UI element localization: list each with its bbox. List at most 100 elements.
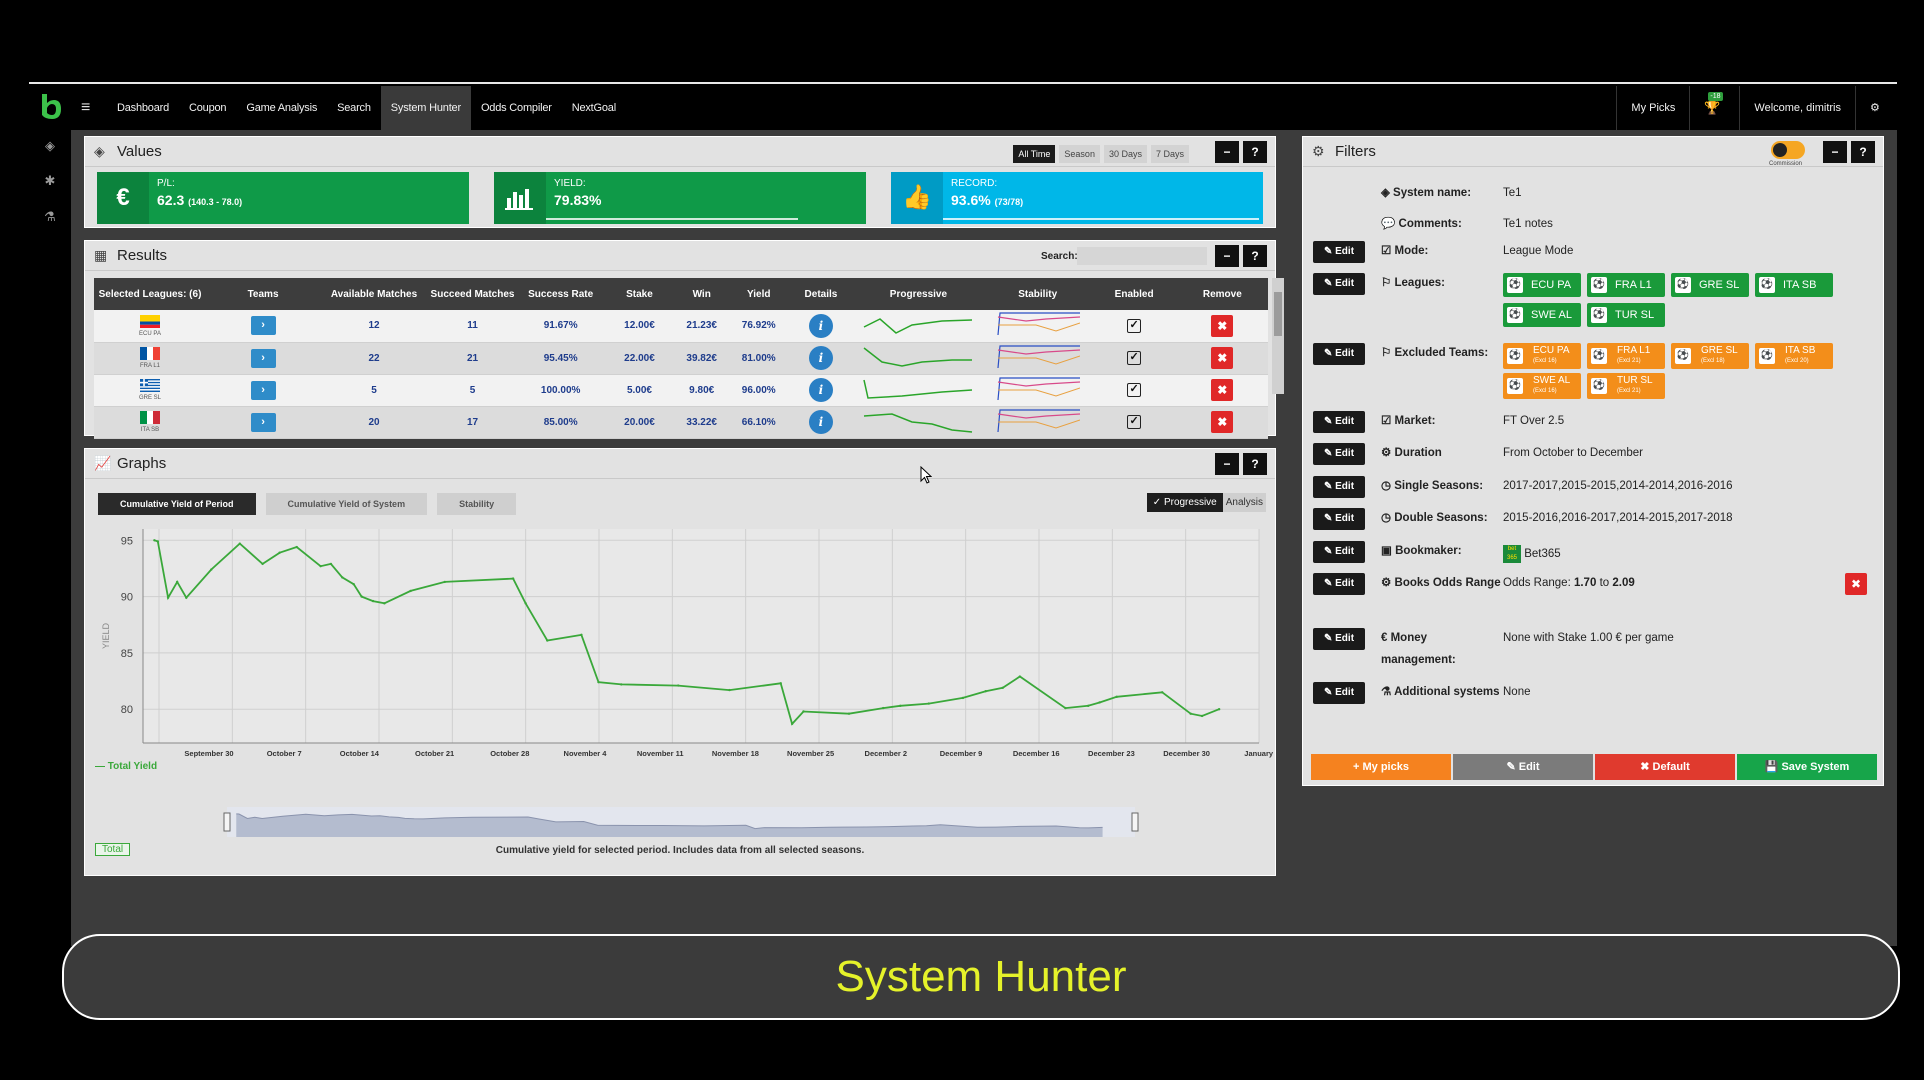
excluded-chip-ecu-pa[interactable]: ⚽ ECU PA (Excl 16)	[1503, 343, 1581, 369]
nav-item-game-analysis[interactable]: Game Analysis	[236, 86, 327, 130]
help-button[interactable]: ?	[1243, 245, 1267, 267]
league-code: GRE SL	[138, 395, 161, 401]
info-icon[interactable]: i	[808, 313, 833, 338]
period-tab-all-time[interactable]: All Time	[1013, 145, 1056, 163]
x-tick-label: November 11	[637, 749, 684, 758]
excluded-label: ⚐ Excluded Teams:	[1381, 347, 1489, 359]
edit-money-button[interactable]: ✎ Edit	[1313, 628, 1365, 650]
nav-item-dashboard[interactable]: Dashboard	[107, 86, 179, 130]
excluded-chip-gre-sl[interactable]: ⚽ GRE SL (Excl 18)	[1671, 343, 1749, 369]
mouse-cursor-icon	[920, 466, 932, 484]
navigator-handle[interactable]	[223, 812, 231, 832]
edit-duration-button[interactable]: ✎ Edit	[1313, 443, 1365, 465]
default-button[interactable]: ✖ Default	[1595, 754, 1735, 780]
info-icon[interactable]: i	[808, 346, 833, 370]
flask-icon[interactable]: ⚗	[29, 209, 71, 225]
toggle-on[interactable]: ✓ Progressive	[1146, 493, 1223, 512]
search-input[interactable]	[1077, 247, 1207, 265]
edit-additional-button[interactable]: ✎ Edit	[1313, 682, 1365, 704]
edit-system-button[interactable]: ✎ Edit	[1453, 754, 1593, 780]
expand-teams-button[interactable]: ›	[250, 380, 276, 400]
expand-teams-button[interactable]: ›	[250, 316, 276, 336]
enabled-checkbox[interactable]: ✓	[1127, 415, 1142, 429]
league-chip-tur-sl[interactable]: ⚽ TUR SL	[1587, 303, 1665, 327]
info-icon[interactable]: i	[808, 378, 833, 402]
excluded-chip-fra-l1[interactable]: ⚽ FRA L1 (Excl 21)	[1587, 343, 1665, 369]
trophy-button[interactable]: 🏆 -18	[1689, 86, 1739, 130]
x-tick-label: November 4	[564, 749, 608, 758]
enabled-checkbox[interactable]: ✓	[1127, 351, 1142, 365]
edit-double-seasons-button[interactable]: ✎ Edit	[1313, 508, 1365, 530]
diamond-icon[interactable]: ◈	[29, 138, 71, 154]
minimize-button[interactable]: −	[1215, 141, 1239, 163]
period-tab-30-days[interactable]: 30 Days	[1103, 145, 1147, 163]
comments-value[interactable]: Te1 notes	[1503, 218, 1553, 230]
yield-cell: 96.00%	[728, 374, 789, 407]
enabled-checkbox[interactable]: ✓	[1127, 383, 1142, 397]
graph-tab-2[interactable]: Stability	[437, 493, 517, 515]
league-chip-ita-sb[interactable]: ⚽ ITA SB	[1755, 273, 1833, 297]
enabled-checkbox[interactable]: ✓	[1127, 318, 1142, 333]
league-cell: FRA L1	[94, 342, 206, 375]
details-cell: i	[788, 310, 854, 343]
remove-row-button[interactable]: ✖	[1211, 314, 1234, 337]
minimize-button[interactable]: −	[1215, 245, 1239, 267]
excluded-chip-tur-sl[interactable]: ⚽ TUR SL (Excl 21)	[1587, 373, 1665, 399]
nav-item-search[interactable]: Search	[327, 86, 381, 130]
nav-item-odds-compiler[interactable]: Odds Compiler	[471, 86, 562, 130]
save-system-button[interactable]: 💾 Save System	[1737, 754, 1877, 780]
data-point	[261, 562, 264, 566]
league-chip-swe-al[interactable]: ⚽ SWE AL	[1503, 303, 1581, 327]
remove-cell: ✖	[1176, 310, 1268, 343]
edit-leagues-button[interactable]: ✎ Edit	[1313, 273, 1365, 295]
excluded-chip-ita-sb[interactable]: ⚽ ITA SB (Excl 20)	[1755, 343, 1833, 369]
expand-teams-button[interactable]: ›	[250, 412, 276, 432]
chart-navigator[interactable]	[135, 801, 1195, 841]
settings-gear-icon[interactable]: ⚙	[1855, 86, 1897, 130]
help-button[interactable]: ?	[1851, 141, 1875, 163]
help-button[interactable]: ?	[1243, 141, 1267, 163]
nav-item-nextgoal[interactable]: NextGoal	[562, 86, 626, 130]
edit-mode-button[interactable]: ✎ Edit	[1313, 241, 1365, 263]
help-button[interactable]: ?	[1243, 453, 1267, 475]
my-picks-link[interactable]: My Picks	[1616, 86, 1689, 130]
expand-teams-button[interactable]: ›	[250, 348, 276, 368]
remove-row-button[interactable]: ✖	[1211, 411, 1234, 433]
period-tab-7-days[interactable]: 7 Days	[1150, 145, 1189, 163]
league-chip-fra-l1[interactable]: ⚽ FRA L1	[1587, 273, 1665, 297]
navigator-handle[interactable]	[1131, 812, 1139, 832]
edit-bookmaker-button[interactable]: ✎ Edit	[1313, 541, 1365, 563]
league-chip-gre-sl[interactable]: ⚽ GRE SL	[1671, 273, 1749, 297]
commission-toggle[interactable]	[1771, 141, 1805, 159]
edit-single-seasons-button[interactable]: ✎ Edit	[1313, 476, 1365, 498]
league-chip-ecu-pa[interactable]: ⚽ ECU PA	[1503, 273, 1581, 297]
my-picks-button[interactable]: + My picks	[1311, 754, 1451, 780]
excluded-chip-swe-al[interactable]: ⚽ SWE AL (Excl 16)	[1503, 373, 1581, 399]
edit-odds-button[interactable]: ✎ Edit	[1313, 573, 1365, 595]
remove-row-button[interactable]: ✖	[1211, 379, 1234, 401]
menu-icon[interactable]: ≡	[81, 100, 90, 116]
brand-logo[interactable]	[38, 92, 64, 122]
remove-odds-button[interactable]: ✖	[1845, 573, 1867, 595]
info-icon[interactable]: i	[808, 410, 833, 434]
nav-item-coupon[interactable]: Coupon	[179, 86, 236, 130]
nav-item-system-hunter[interactable]: System Hunter	[380, 86, 471, 130]
remove-row-button[interactable]: ✖	[1211, 347, 1234, 369]
minimize-button[interactable]: −	[1215, 453, 1239, 475]
edit-market-button[interactable]: ✎ Edit	[1313, 411, 1365, 433]
teams-cell: ›	[206, 342, 321, 375]
y-tick-label: 90	[121, 592, 133, 604]
results-scrollbar[interactable]	[1272, 278, 1284, 394]
gear-icon[interactable]: ✱	[29, 173, 71, 189]
scrollbar-thumb[interactable]	[1274, 292, 1282, 336]
system-name-value[interactable]: Te1	[1503, 187, 1522, 199]
welcome-user[interactable]: Welcome, dimitris	[1739, 86, 1855, 130]
graph-tab-1[interactable]: Cumulative Yield of System	[265, 493, 428, 515]
progressive-toggle[interactable]: ✓ Progressive Analysis	[1146, 493, 1266, 512]
toggle-off[interactable]: Analysis	[1222, 493, 1266, 512]
minimize-button[interactable]: −	[1823, 141, 1847, 163]
graph-tab-0[interactable]: Cumulative Yield of Period	[98, 493, 256, 515]
legend-total-yield[interactable]: — Total Yield	[95, 761, 157, 772]
period-tab-season[interactable]: Season	[1059, 145, 1100, 163]
edit-excluded-button[interactable]: ✎ Edit	[1313, 343, 1365, 365]
